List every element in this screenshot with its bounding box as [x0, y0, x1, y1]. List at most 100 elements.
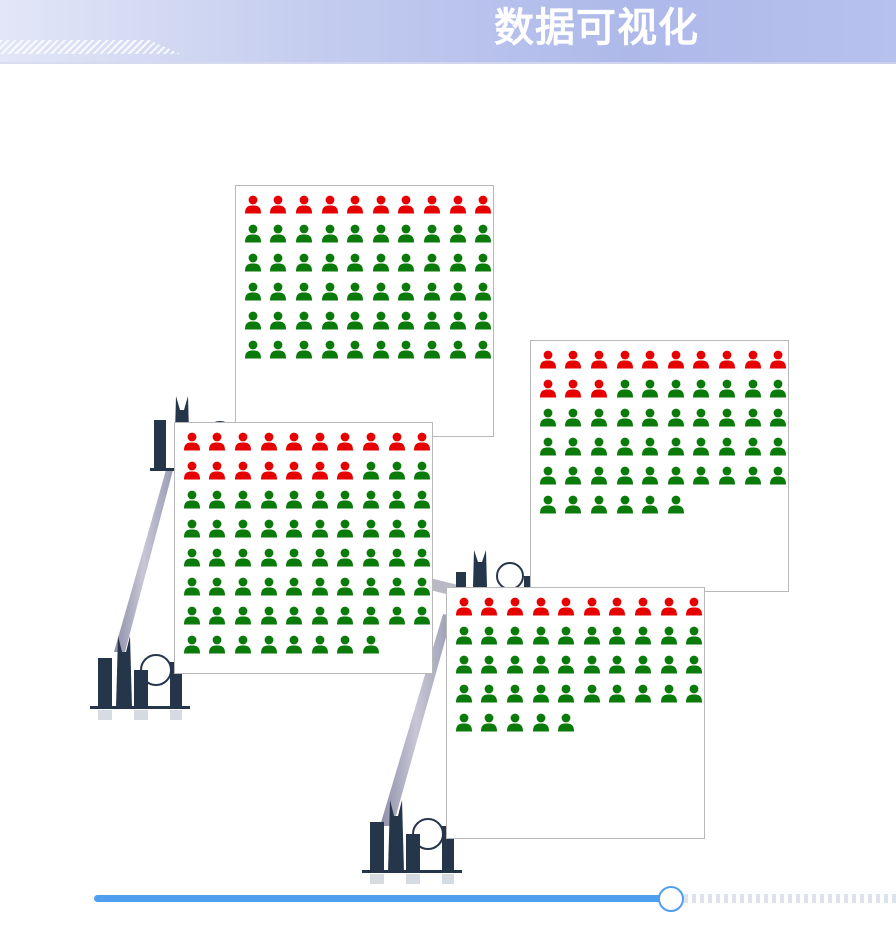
person-icon: [230, 630, 256, 659]
person-icon: [765, 403, 791, 432]
person-icon: [281, 572, 307, 601]
person-icon: [240, 277, 266, 306]
person-icon: [605, 592, 631, 621]
person-icon: [333, 543, 359, 572]
person-icon: [470, 306, 496, 335]
person-icon: [256, 601, 282, 630]
person-icon: [368, 190, 394, 219]
person-icon: [470, 219, 496, 248]
person-icon: [317, 219, 343, 248]
person-icon: [409, 572, 435, 601]
person-icon: [307, 514, 333, 543]
person-icon: [394, 306, 420, 335]
person-icon: [291, 306, 317, 335]
person-icon: [291, 277, 317, 306]
person-icon: [307, 543, 333, 572]
people-panel-4: [446, 587, 705, 839]
person-icon: [663, 403, 689, 432]
person-icon: [179, 572, 205, 601]
person-icon: [535, 432, 561, 461]
person-icon: [561, 374, 587, 403]
person-icon: [384, 427, 410, 456]
person-icon: [553, 621, 579, 650]
timeline-thumb[interactable]: [658, 886, 684, 912]
person-icon: [205, 630, 231, 659]
person-icon: [605, 621, 631, 650]
person-icon: [561, 490, 587, 519]
person-icon: [240, 335, 266, 364]
person-icon: [230, 543, 256, 572]
person-icon: [333, 485, 359, 514]
person-icon: [409, 543, 435, 572]
people-grid: [179, 427, 435, 659]
person-icon: [179, 630, 205, 659]
person-icon: [256, 572, 282, 601]
person-icon: [553, 679, 579, 708]
person-icon: [451, 621, 477, 650]
person-icon: [358, 543, 384, 572]
person-icon: [477, 592, 503, 621]
person-icon: [317, 190, 343, 219]
person-icon: [281, 601, 307, 630]
person-icon: [714, 345, 740, 374]
person-icon: [553, 592, 579, 621]
person-icon: [612, 461, 638, 490]
person-icon: [266, 277, 292, 306]
person-icon: [384, 485, 410, 514]
person-icon: [179, 514, 205, 543]
person-icon: [579, 621, 605, 650]
person-icon: [333, 456, 359, 485]
person-icon: [630, 650, 656, 679]
person-icon: [307, 427, 333, 456]
person-icon: [230, 601, 256, 630]
person-icon: [502, 679, 528, 708]
person-icon: [740, 461, 766, 490]
person-icon: [740, 403, 766, 432]
person-icon: [419, 277, 445, 306]
person-icon: [307, 572, 333, 601]
person-icon: [317, 248, 343, 277]
person-icon: [579, 650, 605, 679]
person-icon: [528, 592, 554, 621]
person-icon: [394, 190, 420, 219]
person-icon: [714, 374, 740, 403]
person-icon: [266, 306, 292, 335]
person-icon: [586, 374, 612, 403]
person-icon: [689, 374, 715, 403]
person-icon: [342, 335, 368, 364]
person-icon: [656, 621, 682, 650]
person-icon: [535, 461, 561, 490]
person-icon: [409, 456, 435, 485]
person-icon: [605, 650, 631, 679]
people-panel-1: [235, 185, 494, 437]
person-icon: [681, 650, 707, 679]
person-icon: [179, 485, 205, 514]
person-icon: [445, 277, 471, 306]
person-icon: [409, 601, 435, 630]
person-icon: [612, 432, 638, 461]
person-icon: [281, 630, 307, 659]
person-icon: [553, 650, 579, 679]
person-icon: [740, 345, 766, 374]
person-icon: [317, 335, 343, 364]
person-icon: [689, 403, 715, 432]
person-icon: [256, 514, 282, 543]
person-icon: [291, 335, 317, 364]
person-icon: [445, 190, 471, 219]
person-icon: [358, 572, 384, 601]
person-icon: [586, 461, 612, 490]
person-icon: [256, 456, 282, 485]
person-icon: [535, 490, 561, 519]
person-icon: [291, 219, 317, 248]
person-icon: [740, 374, 766, 403]
person-icon: [342, 277, 368, 306]
person-icon: [637, 374, 663, 403]
timeline-track[interactable]: [94, 895, 672, 902]
person-icon: [384, 456, 410, 485]
person-icon: [384, 572, 410, 601]
person-icon: [561, 345, 587, 374]
person-icon: [240, 190, 266, 219]
link-a: [114, 470, 173, 652]
person-icon: [477, 621, 503, 650]
person-icon: [765, 374, 791, 403]
